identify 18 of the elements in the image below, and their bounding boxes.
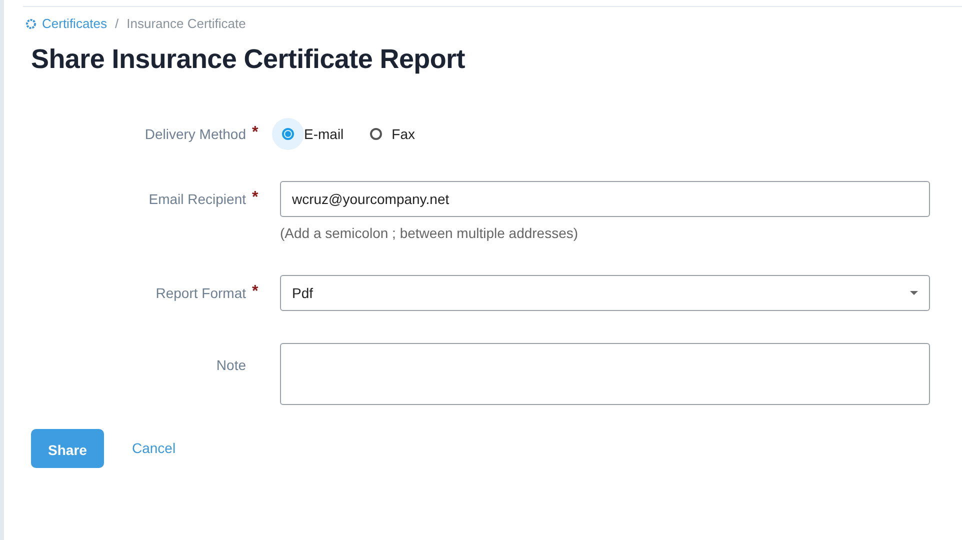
field-label: Delivery Method xyxy=(144,126,246,144)
note-field[interactable] xyxy=(280,343,930,405)
page-title: Share Insurance Certificate Report xyxy=(31,44,466,75)
required-mark: * xyxy=(252,285,260,302)
radio-option[interactable]: E-mail xyxy=(272,118,344,150)
breadcrumb-text: / xyxy=(115,16,119,31)
gear-icon xyxy=(25,18,37,30)
radio-option[interactable]: Fax xyxy=(360,118,416,150)
caret-icon xyxy=(910,291,918,295)
field-label: Note xyxy=(216,357,246,375)
field-label: Email Recipient xyxy=(148,191,246,209)
required-mark: * xyxy=(252,191,260,208)
email-recipient-field[interactable]: wcruz@yourcompany.net xyxy=(280,181,930,217)
required-mark: * xyxy=(252,126,260,143)
report-format-select[interactable]: Pdf xyxy=(280,275,930,311)
breadcrumb-text: Insurance Certificate xyxy=(126,16,246,31)
field-hint: (Add a semicolon ; between multiple addresses) xyxy=(280,225,580,241)
field-label: Report Format xyxy=(156,285,246,303)
